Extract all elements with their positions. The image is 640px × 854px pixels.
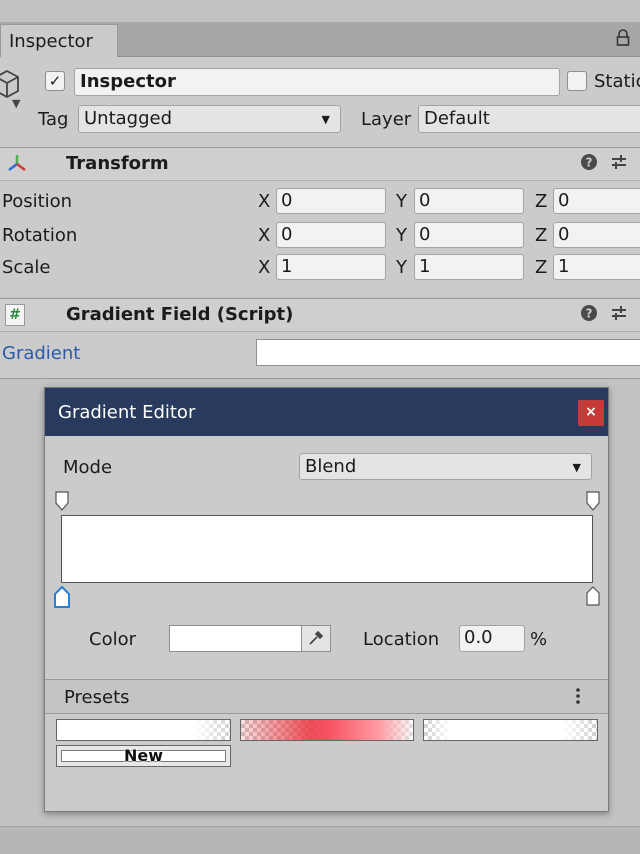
settings-sliders-icon[interactable] bbox=[610, 153, 628, 176]
mode-dropdown[interactable]: Blend ▼ bbox=[299, 453, 592, 480]
new-preset-button[interactable]: New bbox=[56, 745, 231, 767]
active-checkbox[interactable]: ✓ bbox=[45, 71, 65, 91]
position-y-input[interactable]: 0 bbox=[414, 188, 524, 214]
position-z-input[interactable]: 0 bbox=[553, 188, 640, 214]
layer-value: Default bbox=[424, 108, 490, 129]
scale-x-input[interactable]: 1 bbox=[276, 254, 386, 280]
svg-text:?: ? bbox=[586, 156, 593, 170]
layer-dropdown[interactable]: Default bbox=[418, 105, 640, 133]
scale-z-input[interactable]: 1 bbox=[553, 254, 640, 280]
mode-label: Mode bbox=[63, 457, 113, 478]
x-axis-label: X bbox=[258, 191, 271, 212]
x-axis-label: X bbox=[258, 225, 271, 246]
eyedropper-button[interactable] bbox=[301, 626, 330, 651]
more-options-icon[interactable] bbox=[575, 686, 581, 710]
lock-icon[interactable] bbox=[616, 29, 630, 52]
alpha-key-left[interactable] bbox=[55, 491, 69, 511]
checkmark-icon: ✓ bbox=[48, 72, 62, 90]
scale-y-input[interactable]: 1 bbox=[414, 254, 524, 280]
eyedropper-icon bbox=[309, 630, 324, 645]
gradient-field[interactable] bbox=[256, 339, 640, 366]
gradient-editor-titlebar[interactable]: Gradient Editor × bbox=[45, 388, 608, 436]
percent-label: % bbox=[530, 629, 548, 650]
help-icon[interactable]: ? bbox=[580, 304, 598, 327]
z-axis-label: Z bbox=[535, 225, 548, 246]
presets-label: Presets bbox=[64, 687, 130, 708]
preset-gradient bbox=[241, 720, 413, 740]
preset-gradient bbox=[424, 720, 597, 740]
alpha-key-right[interactable] bbox=[586, 491, 600, 511]
scale-label: Scale bbox=[2, 257, 51, 278]
location-label: Location bbox=[363, 629, 440, 650]
preset-gradient bbox=[57, 720, 230, 740]
y-axis-label: Y bbox=[396, 225, 407, 246]
static-label: Static bbox=[594, 71, 640, 92]
z-axis-label: Z bbox=[535, 257, 548, 278]
position-label: Position bbox=[2, 191, 73, 212]
x-axis-label: X bbox=[258, 257, 271, 278]
script-icon: # bbox=[5, 304, 25, 326]
object-name-field[interactable]: Inspector bbox=[74, 68, 560, 96]
help-icon[interactable]: ? bbox=[580, 153, 598, 176]
color-key-right[interactable] bbox=[586, 586, 600, 606]
position-x-input[interactable]: 0 bbox=[276, 188, 386, 214]
script-title: Gradient Field (Script) bbox=[66, 304, 294, 325]
close-button[interactable]: × bbox=[578, 400, 604, 426]
svg-text:?: ? bbox=[586, 307, 593, 321]
rotation-label: Rotation bbox=[2, 225, 78, 246]
chevron-down-icon: ▼ bbox=[321, 113, 330, 126]
color-label: Color bbox=[89, 629, 136, 650]
bottom-panel-edge bbox=[0, 826, 640, 854]
gradient-label: Gradient bbox=[2, 343, 81, 364]
gradient-editor-title: Gradient Editor bbox=[58, 402, 196, 423]
mode-value: Blend bbox=[305, 456, 357, 477]
chevron-down-icon[interactable]: ▼ bbox=[12, 97, 20, 110]
gradient-preview[interactable] bbox=[61, 515, 593, 583]
tab-label: Inspector bbox=[9, 31, 93, 52]
rotation-z-input[interactable]: 0 bbox=[553, 222, 640, 248]
settings-sliders-icon[interactable] bbox=[610, 304, 628, 327]
transform-title: Transform bbox=[66, 153, 169, 174]
static-checkbox[interactable] bbox=[567, 71, 587, 91]
preset-swatch-white-alt[interactable] bbox=[423, 719, 598, 741]
presets-header[interactable]: Presets bbox=[45, 679, 608, 714]
color-swatch-field[interactable] bbox=[169, 625, 331, 652]
gradient-editor-window: Gradient Editor × Mode Blend ▼ Color Loc… bbox=[44, 387, 609, 812]
z-axis-label: Z bbox=[535, 191, 548, 212]
tag-label: Tag bbox=[38, 109, 69, 130]
script-component-header[interactable]: # Gradient Field (Script) ? bbox=[0, 298, 640, 332]
transform-icon bbox=[6, 153, 28, 179]
tag-value: Untagged bbox=[84, 108, 173, 129]
preset-swatch-white[interactable] bbox=[56, 719, 231, 741]
new-preset-label: New bbox=[123, 746, 164, 765]
location-input[interactable]: 0.0 bbox=[459, 625, 525, 652]
object-header: ▼ ✓ Inspector Static Tag Untagged ▼ Laye… bbox=[0, 57, 640, 148]
rotation-y-input[interactable]: 0 bbox=[414, 222, 524, 248]
close-icon: × bbox=[585, 404, 597, 420]
tag-dropdown[interactable]: Untagged ▼ bbox=[78, 105, 341, 133]
rotation-x-input[interactable]: 0 bbox=[276, 222, 386, 248]
transform-header[interactable]: Transform ? bbox=[0, 147, 640, 181]
color-key-left-selected[interactable] bbox=[54, 585, 70, 608]
y-axis-label: Y bbox=[396, 257, 407, 278]
layer-label: Layer bbox=[361, 109, 412, 130]
y-axis-label: Y bbox=[396, 191, 407, 212]
tab-inspector[interactable]: Inspector bbox=[0, 24, 118, 57]
object-name-text: Inspector bbox=[80, 71, 176, 92]
chevron-down-icon: ▼ bbox=[572, 461, 581, 474]
preset-swatch-red[interactable] bbox=[240, 719, 414, 741]
